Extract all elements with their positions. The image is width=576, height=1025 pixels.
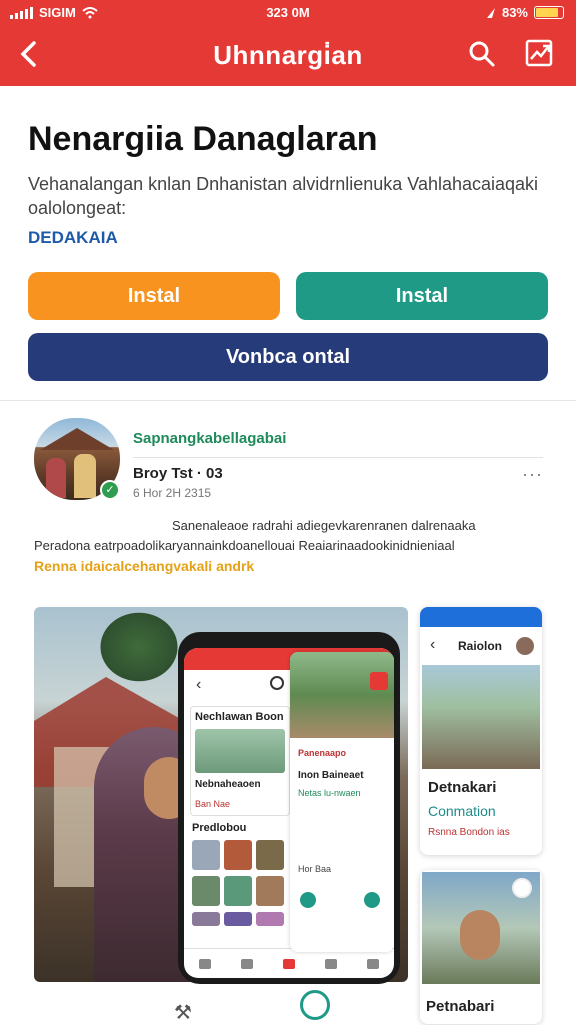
thumb-7 [192, 912, 220, 926]
section-divider [0, 400, 576, 401]
thumb-3 [256, 840, 284, 870]
card1-name: Detnakari [428, 779, 497, 796]
nav-gift-icon [283, 958, 295, 969]
install-button-orange[interactable]: Instal [28, 272, 280, 320]
card1-subtitle: Conmation [428, 803, 496, 819]
phone-card-image [195, 729, 285, 773]
card1-statusbar [420, 607, 542, 627]
card1-back-icon: ‹ [430, 636, 436, 653]
panel-label: Panenaapo [298, 748, 347, 758]
thumb-1 [192, 840, 220, 870]
panel-badge-icon [370, 672, 388, 690]
nav-profile-icon [367, 958, 379, 969]
card2-name: Petnabari [426, 998, 495, 1015]
avatar-person-1 [46, 458, 66, 498]
post-body: Sanenaleaoe radrahi adiegevkarenranen da… [34, 516, 544, 556]
panel-image [290, 652, 394, 738]
nav-list-icon [241, 958, 253, 969]
panel-dot-2 [364, 892, 380, 908]
avatar-person-2 [74, 454, 96, 498]
card2-avatar [512, 878, 532, 898]
phone-search-icon [270, 676, 284, 690]
thumb-6 [256, 876, 284, 906]
phone-back-icon: ‹ [196, 676, 202, 693]
nav-home-icon [199, 958, 211, 969]
post-header-divider [133, 457, 543, 458]
thumb-4 [192, 876, 220, 906]
status-right: 83% [486, 5, 564, 20]
panel-meta: Hor Baa [298, 864, 332, 874]
card1-avatar [516, 637, 534, 655]
card1-header: ‹ Raiolon [420, 633, 542, 665]
phone-section-title: Predlobou [192, 822, 247, 834]
card1-meta: Rsnna Bondon ias [428, 827, 510, 838]
thumb-5 [224, 876, 252, 906]
card1-image [422, 665, 540, 769]
thumb-2 [224, 840, 252, 870]
post-date: 6 Hor 2H 2315 [133, 486, 212, 500]
screenshot-card-2[interactable]: Petnabari [420, 870, 542, 1024]
developer-link[interactable]: DEDAKAIA [28, 228, 118, 248]
stats-button[interactable] [524, 38, 554, 73]
card1-title: Raiolon [458, 639, 502, 653]
location-icon [486, 7, 495, 18]
card2-face [460, 910, 500, 960]
avatar-house-roof [40, 428, 114, 450]
battery-percent: 83% [501, 5, 528, 20]
refresh-icon[interactable] [300, 990, 330, 1020]
post-body-line-1: Sanenaleaoe radrahi adiegevkarenranen da… [172, 518, 476, 533]
phone-card-subtitle: Nebnaheaoen [195, 779, 261, 790]
secondary-action-button[interactable]: Vonbca ontal [28, 333, 548, 381]
phone-bottom-nav [184, 948, 394, 978]
status-bar: SIGIM 323 0M 83% [0, 0, 576, 26]
app-bar: Uhnnargi̇an [0, 26, 576, 86]
post-author[interactable]: Sapnangkabellagabai [133, 430, 286, 447]
hammer-icon[interactable]: ⚒ [174, 1000, 192, 1025]
panel-dot-1 [300, 892, 316, 908]
palm-tree-shape [94, 607, 184, 687]
post-body-line-2: Peradona eatrpoadolikaryannainkdoanellou… [34, 538, 455, 553]
phone-detail-panel: Panenaapo Inon Baineaet Netas lu-nwaen H… [290, 652, 394, 952]
chart-icon [525, 39, 553, 67]
screenshot-card-1[interactable]: ‹ Raiolon Detnakari Conmation Rsnna Bond… [420, 607, 542, 855]
battery-icon [534, 6, 564, 19]
nav-chat-icon [325, 958, 337, 969]
more-options-button[interactable]: ··· [522, 464, 543, 485]
app-description: Vehanalangan knlan Dnhanistan alvidrnlie… [28, 174, 539, 218]
battery-fill [536, 8, 558, 17]
phone-card-meta: Ban Nae [195, 799, 231, 809]
post-title: Broy Tst · 03 [133, 465, 223, 482]
panel-title: Inon Baineaet [298, 770, 364, 781]
post-tag-link[interactable]: Renna idaicalcehangvakali andrk [34, 558, 254, 574]
search-button[interactable] [468, 40, 496, 73]
thumb-8 [224, 912, 252, 926]
page-title: Nenargiia Danaglaran [28, 120, 378, 158]
panel-subtitle: Netas lu-nwaen [298, 788, 361, 798]
phone-card-title: Nechlawan Boon [195, 711, 284, 723]
phone-feature-card: Nechlawan Boon Nebnaheaoen Ban Nae [190, 706, 290, 816]
verified-badge-icon: ✓ [100, 480, 120, 500]
thumb-9 [256, 912, 284, 926]
install-button-teal[interactable]: Instal [296, 272, 548, 320]
search-icon [469, 41, 495, 67]
